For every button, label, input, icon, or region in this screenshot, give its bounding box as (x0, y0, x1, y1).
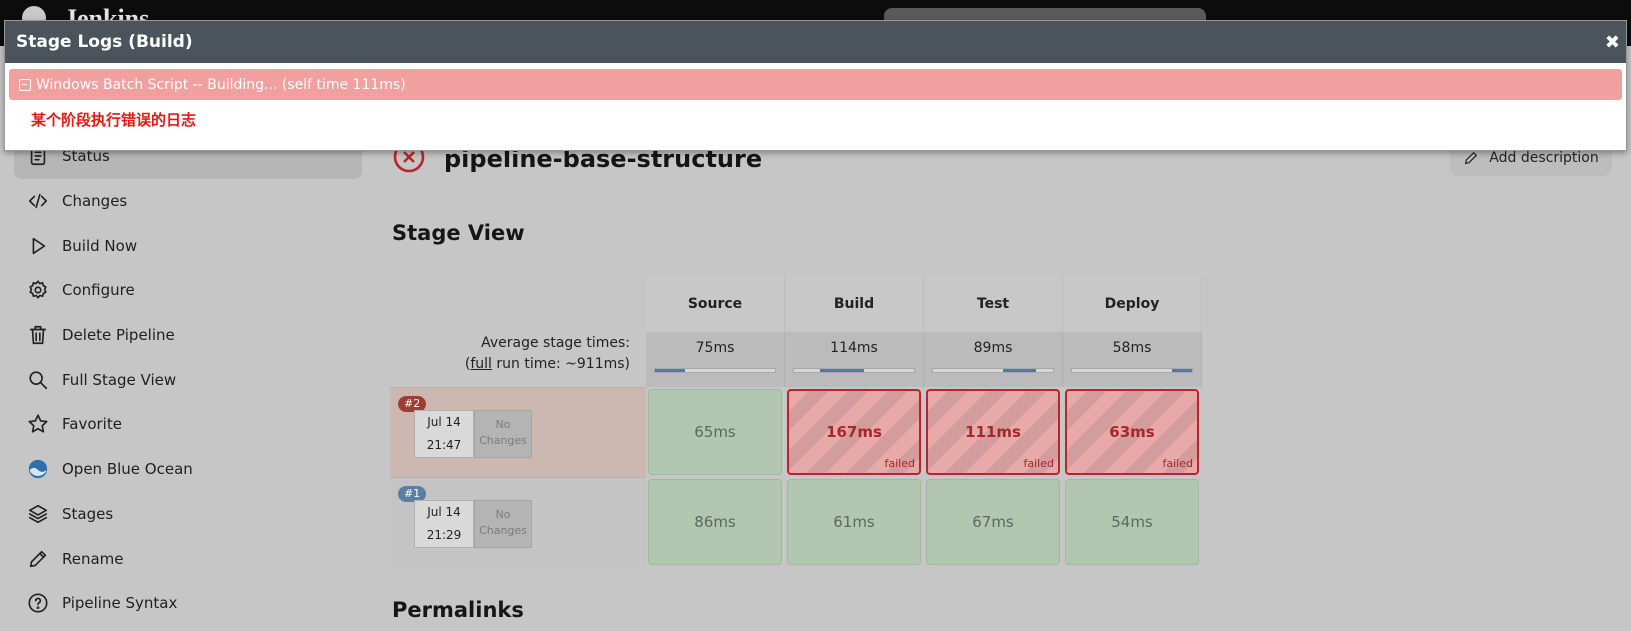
sidebar-item-label: Pipeline Syntax (62, 594, 178, 613)
stage-duration: 167ms (826, 423, 882, 441)
sidebar-item-label: Build Now (62, 236, 138, 255)
close-icon[interactable]: ✖ (1605, 32, 1620, 53)
sidebar-item-rename[interactable]: Rename (14, 536, 362, 581)
avg-label-line1: Average stage times: (481, 335, 630, 351)
avg-time-value: 89ms (973, 340, 1013, 356)
stage-header-test[interactable]: Test (924, 276, 1063, 331)
sidebar-item-label: Full Stage View (62, 370, 177, 389)
layers-icon (26, 502, 50, 526)
avg-time-test: 89ms (924, 332, 1063, 387)
sidebar-item-favorite[interactable]: Favorite (14, 402, 362, 447)
build-date-time: 21:47 (426, 438, 462, 452)
avg-label-line2: (full run time: ~911ms) (390, 354, 630, 375)
pencil-icon (1465, 151, 1478, 165)
sidebar-item-label: Delete Pipeline (62, 326, 175, 345)
stage-duration: 61ms (833, 513, 875, 531)
build-date: Jul 14 21:29 (414, 500, 474, 548)
sidebar-item-stages[interactable]: Stages (14, 492, 362, 537)
full-run-time-link[interactable]: full (470, 356, 492, 372)
sidebar-item-label: Favorite (62, 415, 122, 434)
add-description-label: Add description (1489, 150, 1599, 166)
code-icon (26, 189, 50, 213)
sidebar-item-label: Changes (62, 192, 128, 211)
stage-cell-build-run1[interactable]: 61ms (787, 479, 921, 565)
stage-duration: 86ms (694, 513, 736, 531)
no-changes-box[interactable]: No Changes (474, 500, 532, 548)
trash-icon (26, 323, 50, 347)
no-changes-box[interactable]: No Changes (474, 410, 532, 458)
build-row-2[interactable]: #2 Jul 14 21:47 No Changes (390, 387, 646, 477)
sidebar: Status Changes Build Now Configure Delet… (14, 134, 362, 626)
stage-cell-test-run1[interactable]: 67ms (926, 479, 1060, 565)
stage-cell-deploy-run2[interactable]: 63ms failed (1065, 389, 1199, 475)
play-icon (26, 234, 50, 258)
stage-view-heading: Stage View (392, 221, 525, 245)
avg-time-bar-fill (820, 369, 864, 372)
sidebar-item-label: Configure (62, 281, 135, 300)
stage-cell-source-run2[interactable]: 65ms (648, 389, 782, 475)
sidebar-item-label: Rename (62, 549, 124, 568)
avg-time-value: 114ms (830, 340, 878, 356)
avg-time-value: 75ms (695, 340, 735, 356)
avg-time-source: 75ms (646, 332, 785, 387)
failed-tag: failed (884, 457, 915, 470)
stage-duration: 111ms (965, 423, 1021, 441)
stage-header-deploy[interactable]: Deploy (1063, 276, 1202, 331)
build-date: Jul 14 21:47 (414, 410, 474, 458)
gear-icon (26, 278, 50, 302)
sidebar-item-pipeline-syntax[interactable]: Pipeline Syntax (14, 581, 362, 626)
avg-time-bar-fill (1171, 369, 1192, 372)
avg-time-deploy: 58ms (1063, 332, 1202, 387)
log-step-header[interactable]: Windows Batch Script -- Building... (sel… (9, 69, 1622, 100)
log-output: 某个阶段执行错误的日志 (31, 111, 197, 129)
sidebar-item-changes[interactable]: Changes (14, 179, 362, 224)
sidebar-item-open-blue-ocean[interactable]: Open Blue Ocean (14, 447, 362, 492)
stage-logs-dialog: Stage Logs (Build) ✖ Windows Batch Scrip… (4, 20, 1627, 151)
build-row-1[interactable]: #1 Jul 14 21:29 No Changes (390, 477, 646, 567)
stage-header-source[interactable]: Source (646, 276, 785, 331)
avg-time-build: 114ms (785, 332, 924, 387)
build-date-day: Jul 14 (427, 415, 461, 429)
avg-label-runtime: run time: ~911ms) (491, 356, 630, 372)
log-step-title: Windows Batch Script -- Building... (sel… (36, 76, 406, 93)
avg-time-bar (793, 368, 915, 373)
dialog-title: Stage Logs (Build) (16, 32, 193, 52)
stage-duration: 63ms (1109, 423, 1155, 441)
sidebar-item-label: Stages (62, 504, 114, 523)
avg-time-bar-fill (655, 369, 685, 372)
dialog-header: Stage Logs (Build) (5, 21, 1626, 63)
blue-ocean-icon (26, 457, 50, 481)
build-date-day: Jul 14 (427, 505, 461, 519)
stage-cell-deploy-run1[interactable]: 54ms (1065, 479, 1199, 565)
average-stage-times-label: Average stage times: (full run time: ~91… (390, 333, 630, 375)
sidebar-item-build-now[interactable]: Build Now (14, 223, 362, 268)
build-date-time: 21:29 (426, 528, 462, 542)
sidebar-item-delete-pipeline[interactable]: Delete Pipeline (14, 313, 362, 358)
sidebar-item-configure[interactable]: Configure (14, 268, 362, 313)
sidebar-item-full-stage-view[interactable]: Full Stage View (14, 357, 362, 402)
avg-time-bar (932, 368, 1054, 373)
stage-duration: 67ms (972, 513, 1014, 531)
permalinks-heading: Permalinks (392, 598, 524, 622)
stage-duration: 65ms (694, 423, 736, 441)
sidebar-item-label: Open Blue Ocean (62, 460, 193, 479)
stage-duration: 54ms (1111, 513, 1153, 531)
avg-time-bar-fill (1002, 369, 1037, 372)
avg-time-bar (1071, 368, 1193, 373)
avg-time-bar (654, 368, 776, 373)
failed-tag: failed (1023, 457, 1054, 470)
help-icon (26, 591, 50, 615)
avg-time-value: 58ms (1112, 340, 1152, 356)
collapse-icon[interactable] (19, 78, 31, 91)
failed-tag: failed (1162, 457, 1193, 470)
pencil-icon (26, 547, 50, 571)
stage-cell-test-run2[interactable]: 111ms failed (926, 389, 1060, 475)
stage-cell-source-run1[interactable]: 86ms (648, 479, 782, 565)
search-icon (26, 368, 50, 392)
stage-cell-build-run2[interactable]: 167ms failed (787, 389, 921, 475)
stage-header-build[interactable]: Build (785, 276, 924, 331)
star-icon (26, 412, 50, 436)
